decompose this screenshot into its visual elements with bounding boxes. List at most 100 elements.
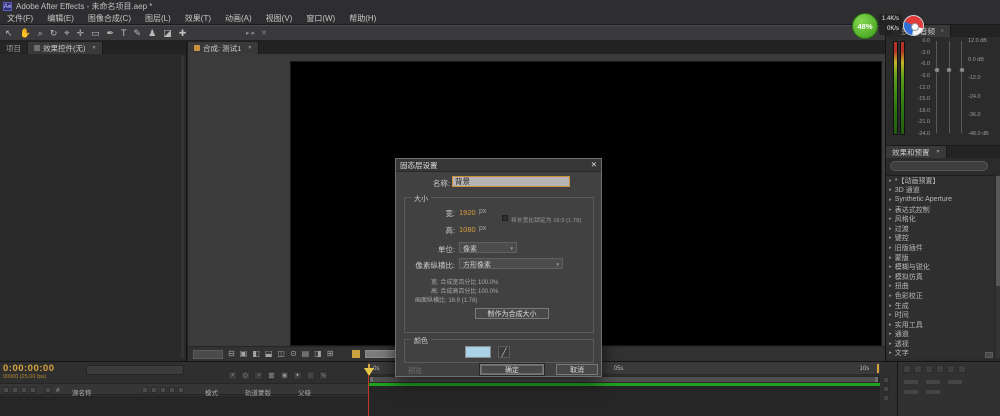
menu-item[interactable]: 视图(V)	[259, 13, 300, 24]
expand-arrow-icon[interactable]: ▸	[889, 293, 892, 299]
duration-col-icon[interactable]	[925, 365, 933, 373]
effects-category[interactable]: ▸ *【动画预置】	[886, 176, 994, 186]
effects-category[interactable]: ▸ 过渡	[886, 224, 994, 234]
menu-item[interactable]: 动画(A)	[218, 13, 259, 24]
panel-menu-icon[interactable]: ▼	[247, 45, 252, 51]
panel-menu-icon[interactable]: ▼	[936, 149, 941, 155]
tab-composition[interactable]: 合成: 测试1 ▼	[188, 42, 259, 54]
expand-arrow-icon[interactable]: ▸	[889, 245, 892, 251]
puppet-pin-tool[interactable]: ✚	[179, 29, 187, 38]
scrollbar[interactable]	[181, 56, 184, 358]
expand-arrow-icon[interactable]: ▸	[889, 255, 892, 261]
menu-item[interactable]: 窗口(W)	[299, 13, 342, 24]
keys-col-icon[interactable]	[947, 365, 955, 373]
expand-arrow-icon[interactable]: ▸	[889, 312, 892, 318]
effects-category[interactable]: ▸ 风格化	[886, 214, 994, 224]
expand-arrow-icon[interactable]: ▸	[889, 283, 892, 289]
menu-item[interactable]: 效果(T)	[178, 13, 218, 24]
lock-aspect-checkbox[interactable]	[502, 215, 508, 221]
rotate-tool[interactable]: ↻	[50, 29, 58, 38]
live-update-icon[interactable]: ⚡	[228, 371, 237, 380]
net-speed-ball[interactable]: 48%	[852, 13, 878, 39]
cancel-button[interactable]: 取消	[556, 364, 598, 375]
tab-effects-presets[interactable]: 效果和预置 ▼	[886, 146, 947, 158]
timeline-search-input[interactable]	[86, 365, 184, 375]
pixel-aspect-dropdown[interactable]: 方形像素 ▼	[459, 258, 563, 269]
draft-3d-icon[interactable]: ◇	[241, 371, 250, 380]
unified-camera-tool[interactable]: ⌖	[64, 29, 69, 38]
channels-icon[interactable]: ◨	[314, 350, 322, 358]
effects-category[interactable]: ▸ 蒙版	[886, 253, 994, 263]
toolbar-overflow[interactable]: ▸▸ ✕	[246, 29, 269, 37]
color-swatch[interactable]	[465, 346, 491, 358]
playhead-line[interactable]	[368, 375, 369, 416]
frame-blend-col-icon[interactable]	[151, 387, 157, 393]
eyedropper-icon[interactable]: ╱	[498, 346, 510, 358]
expand-arrow-icon[interactable]: ▸	[889, 322, 892, 328]
height-value[interactable]: 1080	[459, 225, 476, 234]
comp-button-icon[interactable]	[883, 386, 889, 392]
audio-speaker-icon[interactable]	[12, 387, 18, 393]
panel-menu-icon[interactable]: ≡	[941, 28, 944, 34]
region-of-interest-icon[interactable]: ⬓	[265, 350, 273, 358]
menu-item[interactable]: 图层(L)	[138, 13, 178, 24]
frame-blend-icon[interactable]: ▥	[267, 371, 276, 380]
effects-category[interactable]: ▸ 3D 通道	[886, 186, 994, 196]
make-comp-size-button[interactable]: 制作为合成大小	[475, 308, 549, 319]
brush-tool[interactable]: ✎	[134, 29, 142, 38]
current-timecode[interactable]: 0:00:00:00	[3, 363, 54, 374]
track-area[interactable]	[368, 386, 880, 416]
work-area-end-bracket[interactable]	[877, 364, 879, 373]
pan-behind-tool[interactable]: ✛	[76, 29, 84, 38]
effects-category[interactable]: ▸ 实用工具	[886, 320, 994, 330]
expand-arrow-icon[interactable]: ▸	[889, 235, 892, 241]
playhead-marker[interactable]	[364, 368, 374, 376]
label-icon[interactable]	[45, 387, 51, 393]
hand-tool[interactable]: ✋	[20, 29, 31, 38]
show-snapshot-icon[interactable]: ▤	[302, 350, 310, 358]
hide-shy-icon[interactable]: ◔	[254, 371, 263, 380]
effects-category[interactable]: ▸ 扭曲	[886, 282, 994, 292]
flowchart-icon[interactable]: ⊟	[228, 350, 235, 358]
effects-category[interactable]: ▸ 音频	[886, 358, 994, 359]
effects-category[interactable]: ▸ 色彩校正	[886, 291, 994, 301]
pen-tool[interactable]: ✒	[107, 29, 115, 38]
expand-arrow-icon[interactable]: ▸	[889, 178, 892, 184]
transparency-grid-icon[interactable]: ◫	[277, 350, 285, 358]
menu-item[interactable]: 文件(F)	[0, 13, 40, 24]
lock-icon[interactable]	[30, 387, 36, 393]
ok-button[interactable]: 确定	[480, 364, 544, 375]
work-area-bar[interactable]	[368, 376, 880, 383]
effects-category[interactable]: ▸ 键控	[886, 234, 994, 244]
options-col-icon[interactable]	[958, 365, 966, 373]
motion-blur-icon[interactable]: ◉	[280, 371, 289, 380]
scrollbar[interactable]	[996, 176, 1000, 358]
snapshot-icon[interactable]: ⊙	[290, 350, 297, 358]
menu-item[interactable]: 编辑(E)	[40, 13, 81, 24]
expand-arrow-icon[interactable]: ▸	[889, 226, 892, 232]
expand-arrow-icon[interactable]: ▸	[889, 341, 892, 347]
adjustment-col-icon[interactable]	[169, 387, 175, 393]
effects-category[interactable]: ▸ 文字	[886, 349, 994, 359]
dialog-title-bar[interactable]: 固态层设置 ✕	[396, 159, 601, 172]
stretch-col-icon[interactable]	[936, 365, 944, 373]
panel-menu-icon[interactable]: ▼	[92, 45, 97, 51]
expand-arrow-icon[interactable]: ▸	[889, 274, 892, 280]
security-widget-icon[interactable]	[903, 15, 924, 36]
expand-arrow-icon[interactable]: ▸	[889, 216, 892, 222]
zoom-icon[interactable]	[883, 395, 889, 401]
motion-blur-col-icon[interactable]	[160, 387, 166, 393]
expand-arrow-icon[interactable]: ▸	[889, 331, 892, 337]
mask-visibility-icon[interactable]: ◧	[252, 350, 260, 358]
effects-category[interactable]: ▸ 生成	[886, 301, 994, 311]
effects-category[interactable]: ▸ 表达式控制	[886, 205, 994, 215]
effects-category[interactable]: ▸ 通道	[886, 330, 994, 340]
switches-icon[interactable]	[142, 387, 148, 393]
tab-project[interactable]: 项目	[0, 42, 28, 54]
expand-arrow-icon[interactable]: ▸	[889, 303, 892, 309]
expand-arrow-icon[interactable]: ▸	[889, 264, 892, 270]
expand-arrow-icon[interactable]: ▸	[889, 207, 892, 213]
graph-editor-icon[interactable]: ∿	[319, 371, 328, 380]
level-slider[interactable]	[961, 41, 962, 133]
selection-tool[interactable]: ↖	[5, 29, 13, 38]
